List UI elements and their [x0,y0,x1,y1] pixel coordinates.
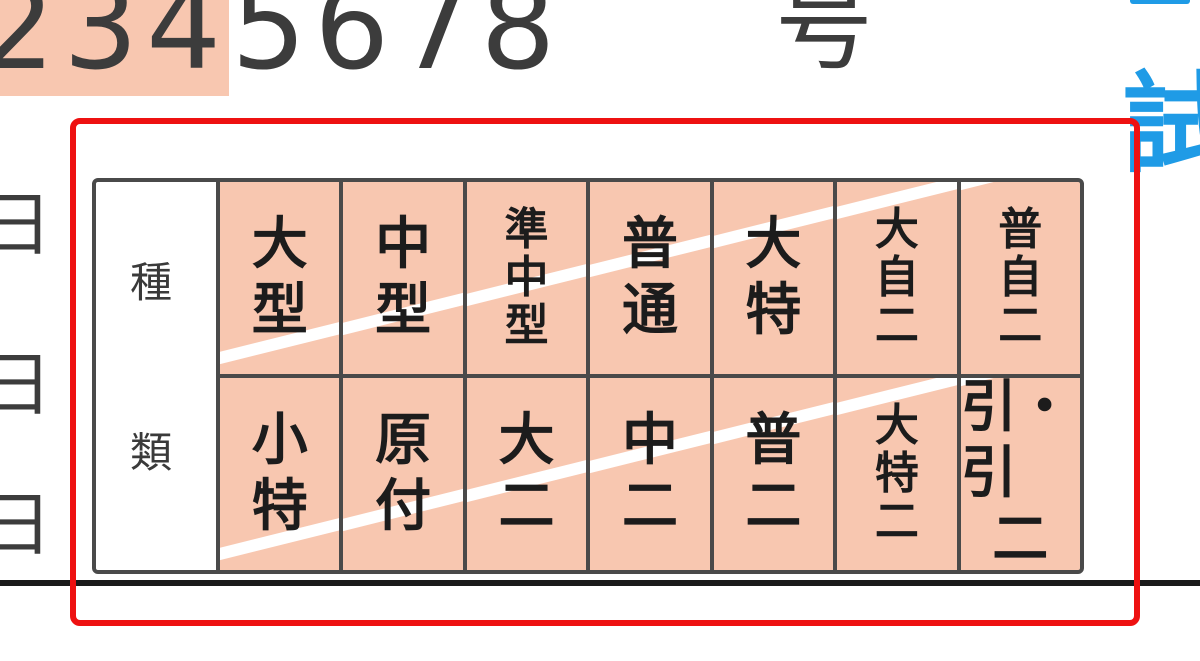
license-type-label: 大二 [467,378,586,570]
license-number-rest: 5678 [231,0,564,96]
license-type-label: 大型 [220,182,339,374]
license-type-char: 二 [874,300,919,351]
license-type-char: 自 [998,252,1043,303]
license-type-char: 普 [745,408,802,473]
license-type-cell: 小特 [220,378,340,570]
license-type-cell: 普通 [590,182,710,374]
license-type-cell: 大二 [466,378,587,570]
license-number: 234 5678 [0,0,564,96]
license-type-char: 特 [874,448,919,499]
license-type-char: 大 [874,400,919,451]
license-type-char: 型 [375,278,432,343]
license-type-char: 大 [745,212,802,277]
license-type-char: 通 [621,278,678,343]
license-type-char: 二 [998,300,1043,351]
license-type-char: 大 [874,204,919,255]
license-type-char: 引・引 [960,378,1073,506]
license-type-cell: 準中型 [466,182,587,374]
license-type-cell: 中型 [343,182,463,374]
license-type-char: 準 [504,204,549,255]
license-type-char: 普 [621,212,678,277]
license-type-char: 中 [504,252,549,303]
license-type-cell: 大特 [713,182,834,374]
side-char-2: 日 [0,344,52,426]
license-type-cell: 大自二 [837,182,957,374]
license-type-label: 普通 [590,182,709,374]
license-type-label: 普二 [714,378,833,570]
license-type-char: 二 [745,474,802,539]
blue-mark [1130,0,1190,4]
license-type-char: 大 [251,212,308,277]
license-type-cell: 大特二 [837,378,957,570]
license-type-cell: 中二 [590,378,710,570]
license-type-char: 二 [874,496,919,547]
side-char-3: 日 [0,484,52,566]
license-type-label: 大自二 [837,182,956,374]
license-type-char: 小 [251,408,308,473]
license-type-label: 準中型 [467,182,586,374]
license-type-label: 大特 [714,182,833,374]
license-type-cell: 普二 [713,378,834,570]
license-type-char: 大 [498,408,555,473]
license-type-cell: 普自二 [960,182,1080,374]
side-char-1: 日 [0,184,52,266]
license-type-char: 原 [375,408,432,473]
number-suffix: 号 [775,0,874,84]
license-type-char: 中 [621,408,678,473]
license-number-highlighted: 234 [0,0,230,96]
license-type-char: 自 [874,252,919,303]
license-type-cell: 原付 [343,378,463,570]
license-type-char: 二 [992,507,1049,570]
license-type-label: 中型 [343,182,462,374]
license-type-char: 型 [251,278,308,343]
license-type-char: 型 [504,300,549,351]
license-type-label: 引・引二 [961,378,1080,570]
license-type-char: 中 [375,212,432,277]
license-type-char: 二 [621,474,678,539]
license-type-label: 普自二 [961,182,1080,374]
license-type-label: 中二 [590,378,709,570]
license-type-label: 小特 [220,378,339,570]
license-type-char: 特 [251,474,308,539]
license-type-label: 原付 [343,378,462,570]
license-type-cell: 大型 [220,182,340,374]
license-type-char: 普 [998,204,1043,255]
license-type-char: 特 [745,278,802,343]
license-type-cell: 引・引二 [960,378,1080,570]
license-type-label: 大特二 [837,378,956,570]
license-type-char: 付 [375,474,432,539]
license-type-char: 二 [498,474,555,539]
